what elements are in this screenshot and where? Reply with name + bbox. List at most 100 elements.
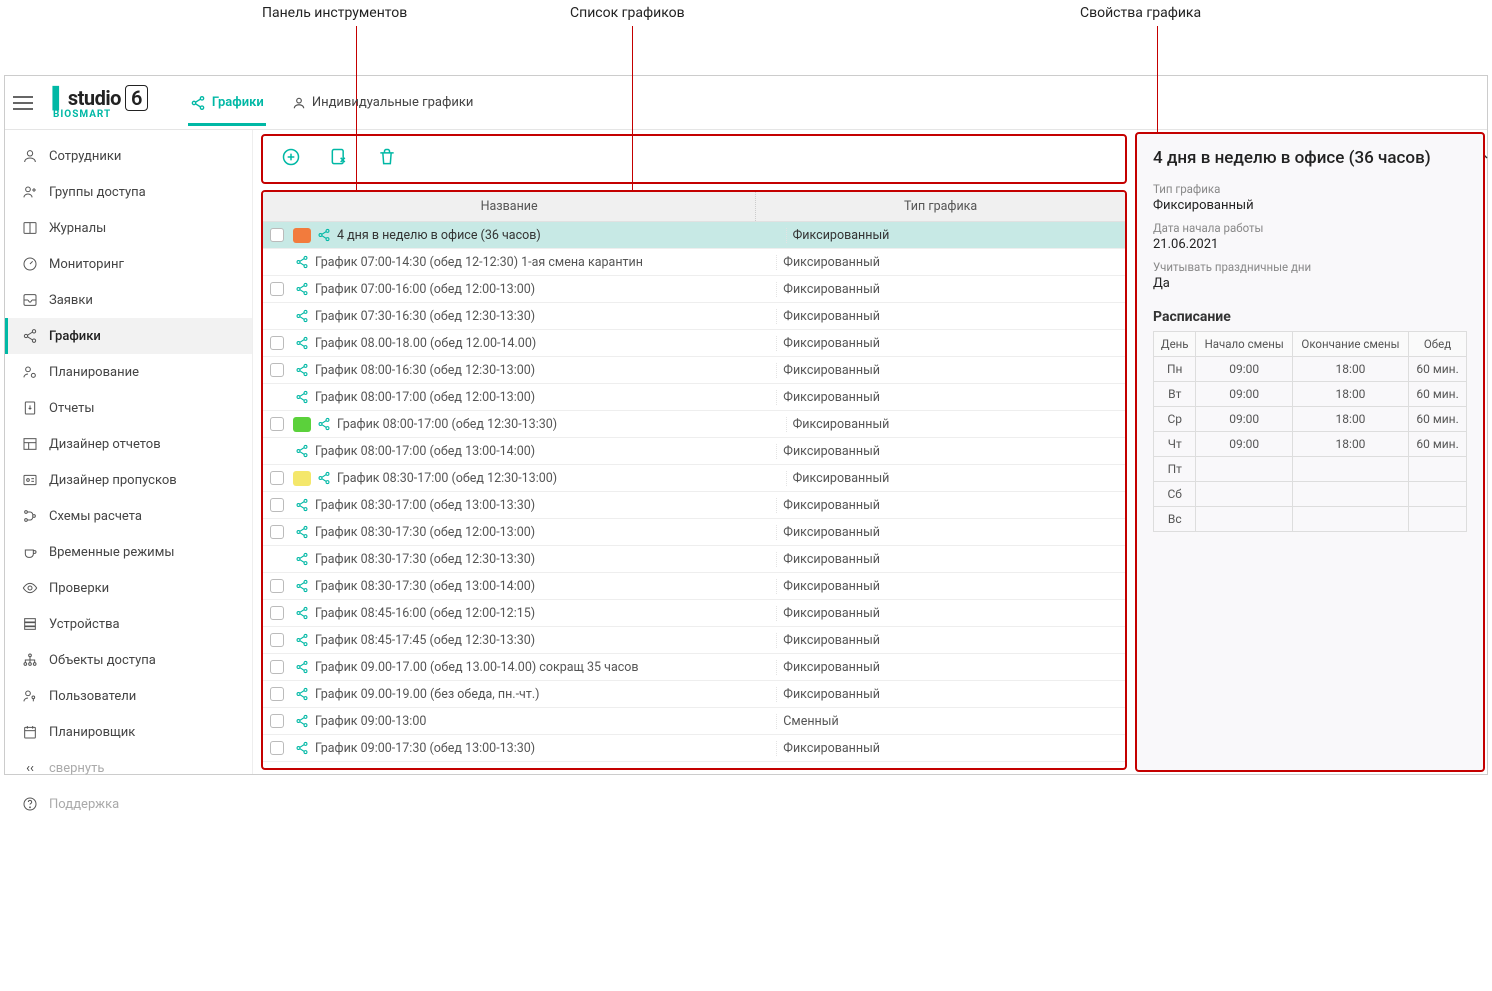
sidebar-item-label: Группы доступа xyxy=(49,185,146,200)
row-checkbox[interactable] xyxy=(263,471,291,485)
annotations-overlay: Панель инструментов Список графиков Свой… xyxy=(0,0,1492,75)
trash-icon xyxy=(377,147,397,167)
rack-icon xyxy=(21,615,39,633)
row-checkbox[interactable] xyxy=(263,660,291,674)
sidebar-item[interactable]: Дизайнер отчетов xyxy=(5,426,252,462)
table-row[interactable]: График 08:00-17:00 (обед 12:30-13:30)Фик… xyxy=(263,411,1125,438)
sidebar-item[interactable]: Журналы xyxy=(5,210,252,246)
add-button[interactable] xyxy=(281,147,301,171)
row-checkbox[interactable] xyxy=(263,714,291,728)
sidebar-item[interactable]: Проверки xyxy=(5,570,252,606)
table-row[interactable]: График 08:30-17:00 (обед 12:30-13:00)Фик… xyxy=(263,465,1125,492)
sidebar-item[interactable]: Схемы расчета xyxy=(5,498,252,534)
row-checkbox[interactable] xyxy=(263,579,291,593)
table-row[interactable]: График 08:00-17:00 (обед 12:00-13:00)Фик… xyxy=(263,384,1125,411)
end-cell: 18:00 xyxy=(1292,432,1408,457)
row-checkbox[interactable] xyxy=(263,687,291,701)
sidebar-item[interactable]: Планирование xyxy=(5,354,252,390)
row-checkbox[interactable] xyxy=(263,633,291,647)
row-type: Фиксированный xyxy=(776,660,1125,675)
table-row[interactable]: График 08:00-17:00 (обед 13:00-14:00)Фик… xyxy=(263,438,1125,465)
sidebar-item[interactable]: Графики xyxy=(5,318,252,354)
topbar: ▍studio6 BIOSMART Графики Индивидуальные… xyxy=(5,76,1487,130)
table-row[interactable]: График 08.00-18.00 (обед 12.00-14.00)Фик… xyxy=(263,330,1125,357)
row-type: Фиксированный xyxy=(776,444,1125,459)
edit-button[interactable] xyxy=(329,147,349,171)
sidebar-item[interactable]: Пользователи xyxy=(5,678,252,714)
sidebar: Сотрудники Группы доступа Журналы Мониторин… xyxy=(5,130,253,774)
row-checkbox[interactable] xyxy=(263,282,291,296)
table-row[interactable]: График 07:30-16:30 (обед 12:30-13:30)Фик… xyxy=(263,303,1125,330)
delete-button[interactable] xyxy=(377,147,397,171)
sidebar-item-label: Временные режимы xyxy=(49,545,174,560)
row-checkbox[interactable] xyxy=(263,363,291,377)
sidebar-item[interactable]: Сотрудники xyxy=(5,138,252,174)
table-row[interactable]: График 08:30-17:30 (обед 12:30-13:30)Фик… xyxy=(263,546,1125,573)
row-checkbox[interactable] xyxy=(263,498,291,512)
lunch-cell xyxy=(1409,482,1467,507)
table-row[interactable]: График 08:45-17:45 (обед 12:30-13:30)Фик… xyxy=(263,627,1125,654)
tab-individual[interactable]: Индивидуальные графики xyxy=(290,81,476,124)
schedule-row: Пн09:0018:0060 мин. xyxy=(1154,357,1467,382)
sidebar-item[interactable]: Отчеты xyxy=(5,390,252,426)
table-row[interactable]: График 09.00-19.00 (без обеда, пн.-чт.)Ф… xyxy=(263,681,1125,708)
col-name-header[interactable]: Название xyxy=(263,192,755,221)
sidebar-item-label: Сотрудники xyxy=(49,149,121,164)
row-checkbox[interactable] xyxy=(263,228,291,242)
table-row[interactable]: График 08:00-16:30 (обед 12:30-13:00)Фик… xyxy=(263,357,1125,384)
prop-holidays-label: Учитывать праздничные дни xyxy=(1153,260,1467,274)
schedule-row: Ср09:0018:0060 мин. xyxy=(1154,407,1467,432)
sidebar-item-label: Мониторинг xyxy=(49,257,124,272)
person-icon xyxy=(21,147,39,165)
day-cell: Сб xyxy=(1154,482,1196,507)
table-row[interactable]: График 09.00-17.00 (обед 13.00-14.00) со… xyxy=(263,654,1125,681)
row-checkbox[interactable] xyxy=(263,417,291,431)
layout-icon xyxy=(21,435,39,453)
sidebar-item[interactable]: Группы доступа xyxy=(5,174,252,210)
row-checkbox[interactable] xyxy=(263,606,291,620)
table-row[interactable]: График 09:00-17:30 (обед 13:00-13:30)Фик… xyxy=(263,735,1125,762)
sidebar-item[interactable]: Временные режимы xyxy=(5,534,252,570)
sidebar-item[interactable]: Устройства xyxy=(5,606,252,642)
table-row[interactable]: График 07:00-14:30 (обед 12-12:30) 1-ая … xyxy=(263,249,1125,276)
row-checkbox[interactable] xyxy=(263,741,291,755)
tab-schedules[interactable]: Графики xyxy=(188,81,266,125)
annotation-properties: Свойства графика xyxy=(1080,5,1201,21)
sidebar-item[interactable]: Мониторинг xyxy=(5,246,252,282)
sidebar-item-label: Отчеты xyxy=(49,401,94,416)
sidebar-item[interactable]: Объекты доступа xyxy=(5,642,252,678)
row-checkbox[interactable] xyxy=(263,336,291,350)
menu-toggle-icon[interactable] xyxy=(13,96,33,110)
list-rows[interactable]: 4 дня в неделю в офисе (36 часов)Фиксиро… xyxy=(263,222,1125,768)
chevron-left-icon: ‹‹ xyxy=(21,759,39,777)
table-row[interactable]: График 07:00-16:00 (обед 12:00-13:00)Фик… xyxy=(263,276,1125,303)
row-type: Фиксированный xyxy=(776,390,1125,405)
sidebar-support[interactable]: Поддержка xyxy=(5,786,252,822)
table-row[interactable]: График 09:00-13:00Сменный xyxy=(263,708,1125,735)
share-icon xyxy=(291,660,313,674)
sidebar-item[interactable]: Планировщик xyxy=(5,714,252,750)
table-row[interactable]: График 08:30-17:00 (обед 13:00-13:30)Фик… xyxy=(263,492,1125,519)
end-cell xyxy=(1292,457,1408,482)
table-row[interactable]: 4 дня в неделю в офисе (36 часов)Фиксиро… xyxy=(263,222,1125,249)
row-type: Фиксированный xyxy=(776,282,1125,297)
row-type: Фиксированный xyxy=(786,228,1125,243)
logo-brand: ▍studio6 xyxy=(53,85,148,111)
table-row[interactable]: График 08:30-17:30 (обед 13:00-14:00)Фик… xyxy=(263,573,1125,600)
col-type-header[interactable]: Тип графика xyxy=(755,192,1125,221)
sidebar-collapse[interactable]: ‹‹ свернуть xyxy=(5,750,252,786)
toolbar xyxy=(261,134,1127,184)
share-icon xyxy=(313,417,335,431)
start-header: Начало смены xyxy=(1196,332,1292,357)
sidebar-item[interactable]: Заявки xyxy=(5,282,252,318)
tab-label: Графики xyxy=(212,95,264,110)
table-row[interactable]: График 08:30-17:30 (обед 12:00-13:00)Фик… xyxy=(263,519,1125,546)
table-row[interactable]: График 09:00-18:00 (2 дня в неделю)Фикси… xyxy=(263,762,1125,768)
row-type: Фиксированный xyxy=(776,336,1125,351)
end-cell xyxy=(1292,482,1408,507)
sidebar-item[interactable]: Дизайнер пропусков xyxy=(5,462,252,498)
share-icon xyxy=(291,498,313,512)
table-row[interactable]: График 08:45-16:00 (обед 12:00-12:15)Фик… xyxy=(263,600,1125,627)
branch-icon xyxy=(21,507,39,525)
row-checkbox[interactable] xyxy=(263,525,291,539)
